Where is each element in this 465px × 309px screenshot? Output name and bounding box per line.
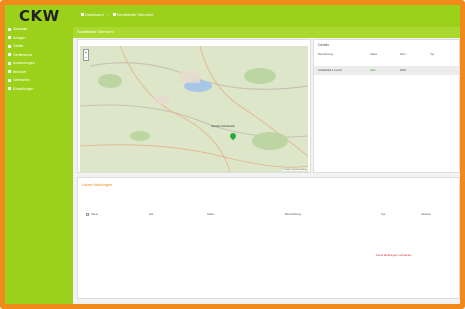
events-title: Letzte Meldungen <box>82 183 113 187</box>
map[interactable]: + − Standort Schaltstelle © Leaflet | Op… <box>80 46 308 172</box>
breadcrumb-separator: › <box>107 13 109 17</box>
app-frame: CKW Startseite Anlagen Geräte Gerätesuch… <box>0 0 465 309</box>
events-panel: Letzte Meldungen Name Zeit Status Beschr… <box>77 177 460 299</box>
chart-icon <box>8 61 11 65</box>
col-typ[interactable]: Typ <box>381 213 421 216</box>
zoom-out-button[interactable]: − <box>84 55 88 60</box>
info-cell-name: Schaltstelle 1 Luzern <box>318 69 343 72</box>
map-attribution[interactable]: © Leaflet | OpenStreetMap <box>282 169 306 171</box>
info-cell-status: Aktiv <box>370 69 376 72</box>
empty-message: Keine Meldungen vorhanden <box>376 253 412 257</box>
truck-icon <box>8 78 11 82</box>
col-zeit[interactable]: Zeit <box>149 213 207 216</box>
user-icon <box>8 70 11 74</box>
home-icon <box>8 27 11 31</box>
col-beschreibung[interactable]: Beschreibung <box>285 213 381 216</box>
dashboard-icon <box>81 13 84 16</box>
marker-label: Standort Schaltstelle <box>211 125 235 128</box>
map-panel: + − Standort Schaltstelle © Leaflet | Op… <box>77 39 311 173</box>
breadcrumb-current: Schaltstelle Übersicht <box>112 13 153 17</box>
gear-icon <box>8 87 11 91</box>
col-aktionen[interactable]: Aktionen <box>421 213 451 216</box>
col-name[interactable]: Name <box>91 213 149 216</box>
sidebar-item-einstellungen[interactable]: Einstellungen <box>8 85 72 94</box>
info-panel: Details Bezeichnung Status Wert Typ Scha… <box>313 39 460 173</box>
sidebar-item-geraetesuche[interactable]: Gerätesuche <box>8 51 72 60</box>
info-cell-value: 0000 <box>400 69 406 72</box>
device-icon <box>8 44 11 48</box>
page-title-bar: Schaltstelle Übersicht <box>73 27 460 38</box>
page-title: Schaltstelle Übersicht <box>77 30 114 34</box>
sidebar: CKW Startseite Anlagen Geräte Gerätesuch… <box>5 5 73 304</box>
info-table-header: Bezeichnung Status Wert Typ <box>318 53 459 56</box>
info-col-bezeichnung[interactable]: Bezeichnung <box>318 53 370 56</box>
info-col-wert[interactable]: Wert <box>400 53 430 56</box>
search-icon <box>8 53 11 57</box>
sidebar-item-startseite[interactable]: Startseite <box>8 25 72 34</box>
logo: CKW <box>19 7 60 25</box>
table-row[interactable]: Schaltstelle 1 Luzern Aktiv 0000 <box>314 66 459 75</box>
sidebar-item-geraete[interactable]: Geräte <box>8 42 72 51</box>
top-bar: Dashboard › Schaltstelle Übersicht <box>73 5 460 27</box>
info-col-status[interactable]: Status <box>370 53 400 56</box>
sidebar-item-anlagen[interactable]: Anlagen <box>8 34 72 43</box>
breadcrumb: Dashboard › Schaltstelle Übersicht <box>81 13 153 17</box>
map-terrain <box>80 46 308 172</box>
sidebar-item-auswertungen[interactable]: Auswertungen <box>8 59 72 68</box>
sidebar-item-benutzer[interactable]: Benutzer <box>8 68 72 77</box>
plant-icon <box>8 36 11 40</box>
info-col-typ[interactable]: Typ <box>430 53 450 56</box>
breadcrumb-dashboard[interactable]: Dashboard <box>81 13 104 17</box>
folder-icon <box>112 13 116 16</box>
sidebar-item-lieferanten[interactable]: Lieferanten <box>8 76 72 85</box>
zoom-control: + − <box>83 49 89 61</box>
info-title: Details <box>318 43 329 47</box>
events-table-header: Name Zeit Status Beschreibung Typ Aktion… <box>86 210 459 218</box>
sidebar-nav: Startseite Anlagen Geräte Gerätesuche Au… <box>8 25 72 93</box>
col-status[interactable]: Status <box>207 213 285 216</box>
select-all-checkbox[interactable] <box>86 212 89 216</box>
